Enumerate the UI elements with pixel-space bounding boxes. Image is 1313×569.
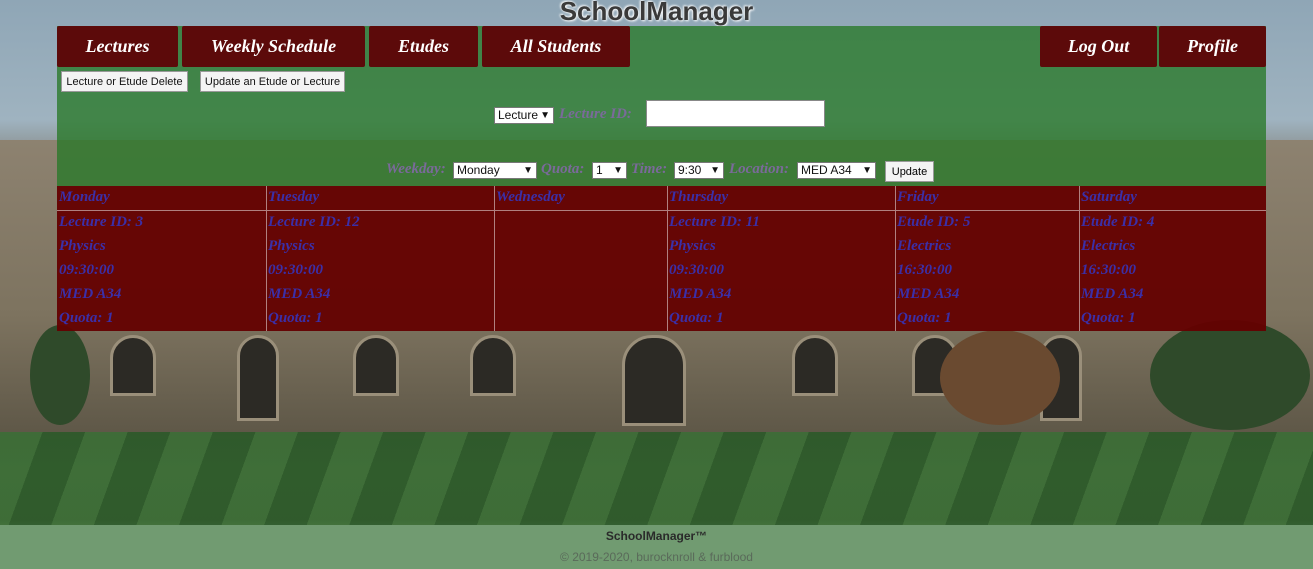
day-header-thursday: Thursday (669, 189, 729, 205)
schedule-cell-id: Lecture ID: 3 (59, 214, 144, 230)
day-header-friday: Friday (897, 189, 939, 205)
dropdown-arrow-icon: ▼ (710, 165, 720, 176)
day-header-tuesday: Tuesday (268, 189, 320, 205)
nav-all-students-button[interactable]: All Students (482, 26, 630, 67)
lecture-id-input[interactable] (646, 100, 825, 127)
schedule-cell-subject: Electrics (897, 238, 952, 254)
schedule-cell-location: MED A34 (897, 286, 960, 302)
schedule-cell-quota: Quota: 1 (268, 310, 323, 326)
time-label: Time: (631, 161, 668, 177)
schedule-header-divider (57, 210, 1266, 211)
day-header-monday: Monday (59, 189, 110, 205)
schedule-cell-id: Etude ID: 5 (897, 214, 971, 230)
type-select-value: Lecture (498, 108, 539, 122)
day-header-wednesday: Wednesday (496, 189, 565, 205)
background-window (470, 335, 516, 396)
footer: SchoolManager™ © 2019-2020, burocknroll … (0, 525, 1313, 569)
dropdown-arrow-icon: ▼ (523, 165, 533, 176)
schedule-cell-time: 16:30:00 (1081, 262, 1136, 278)
schedule-cell-location: MED A34 (669, 286, 732, 302)
time-select[interactable]: 9:30 ▼ (674, 162, 724, 179)
schedule-cell-subject: Physics (669, 238, 716, 254)
quota-label: Quota: (541, 161, 585, 177)
background-tree (940, 330, 1060, 425)
background-door (237, 335, 279, 421)
day-header-saturday: Saturday (1081, 189, 1137, 205)
update-button[interactable]: Update (885, 161, 934, 182)
schedule-cell-location: MED A34 (1081, 286, 1144, 302)
background-window (110, 335, 156, 396)
nav-lectures-button[interactable]: Lectures (57, 26, 178, 67)
schedule-cell-subject: Physics (268, 238, 315, 254)
schedule-cell-time: 09:30:00 (59, 262, 114, 278)
location-select[interactable]: MED A34 ▼ (797, 162, 876, 179)
footer-brand: SchoolManager™ (605, 529, 708, 543)
dropdown-arrow-icon: ▼ (540, 110, 550, 121)
weekday-select[interactable]: Monday ▼ (453, 162, 537, 179)
schedule-cell-subject: Physics (59, 238, 106, 254)
schedule-cell-quota: Quota: 1 (59, 310, 114, 326)
background-tree (30, 325, 90, 425)
app-title: SchoolManager (559, 0, 754, 26)
background-window (353, 335, 399, 396)
dropdown-arrow-icon: ▼ (613, 165, 623, 176)
schedule-cell-location: MED A34 (268, 286, 331, 302)
schedule-cell-quota: Quota: 1 (897, 310, 952, 326)
column-divider (667, 186, 668, 331)
location-label: Location: (729, 161, 789, 177)
delete-lecture-etude-button[interactable]: Lecture or Etude Delete (61, 71, 188, 92)
update-lecture-etude-button[interactable]: Update an Etude or Lecture (200, 71, 345, 92)
schedule-cell-id: Lecture ID: 12 (268, 214, 360, 230)
quota-select-value: 1 (596, 163, 603, 177)
column-divider (1079, 186, 1080, 331)
background-gate (622, 335, 686, 426)
schedule-cell-location: MED A34 (59, 286, 122, 302)
footer-copyright: © 2019-2020, burocknroll & furblood (560, 550, 753, 564)
location-select-value: MED A34 (801, 163, 852, 177)
background-tree (1150, 320, 1310, 430)
column-divider (895, 186, 896, 331)
schedule-cell-quota: Quota: 1 (669, 310, 724, 326)
schedule-cell-time: 09:30:00 (669, 262, 724, 278)
schedule-cell-time: 09:30:00 (268, 262, 323, 278)
schedule-cell-time: 16:30:00 (897, 262, 952, 278)
column-divider (494, 186, 495, 331)
schedule-cell-subject: Electrics (1081, 238, 1136, 254)
weekday-select-value: Monday (457, 163, 500, 177)
schedule-cell-id: Lecture ID: 11 (669, 214, 760, 230)
nav-weekly-schedule-button[interactable]: Weekly Schedule (182, 26, 365, 67)
nav-profile-button[interactable]: Profile (1159, 26, 1266, 67)
column-divider (266, 186, 267, 331)
nav-etudes-button[interactable]: Etudes (369, 26, 478, 67)
time-select-value: 9:30 (678, 163, 702, 177)
quota-select[interactable]: 1 ▼ (592, 162, 627, 179)
background-lawn (0, 432, 1313, 525)
nav-log-out-button[interactable]: Log Out (1040, 26, 1157, 67)
dropdown-arrow-icon: ▼ (862, 165, 872, 176)
lecture-id-label: Lecture ID: (559, 106, 632, 122)
schedule-cell-quota: Quota: 1 (1081, 310, 1136, 326)
background-window (792, 335, 838, 396)
weekday-label: Weekday: (386, 161, 446, 177)
schedule-cell-id: Etude ID: 4 (1081, 214, 1155, 230)
type-select[interactable]: Lecture ▼ (494, 107, 554, 124)
